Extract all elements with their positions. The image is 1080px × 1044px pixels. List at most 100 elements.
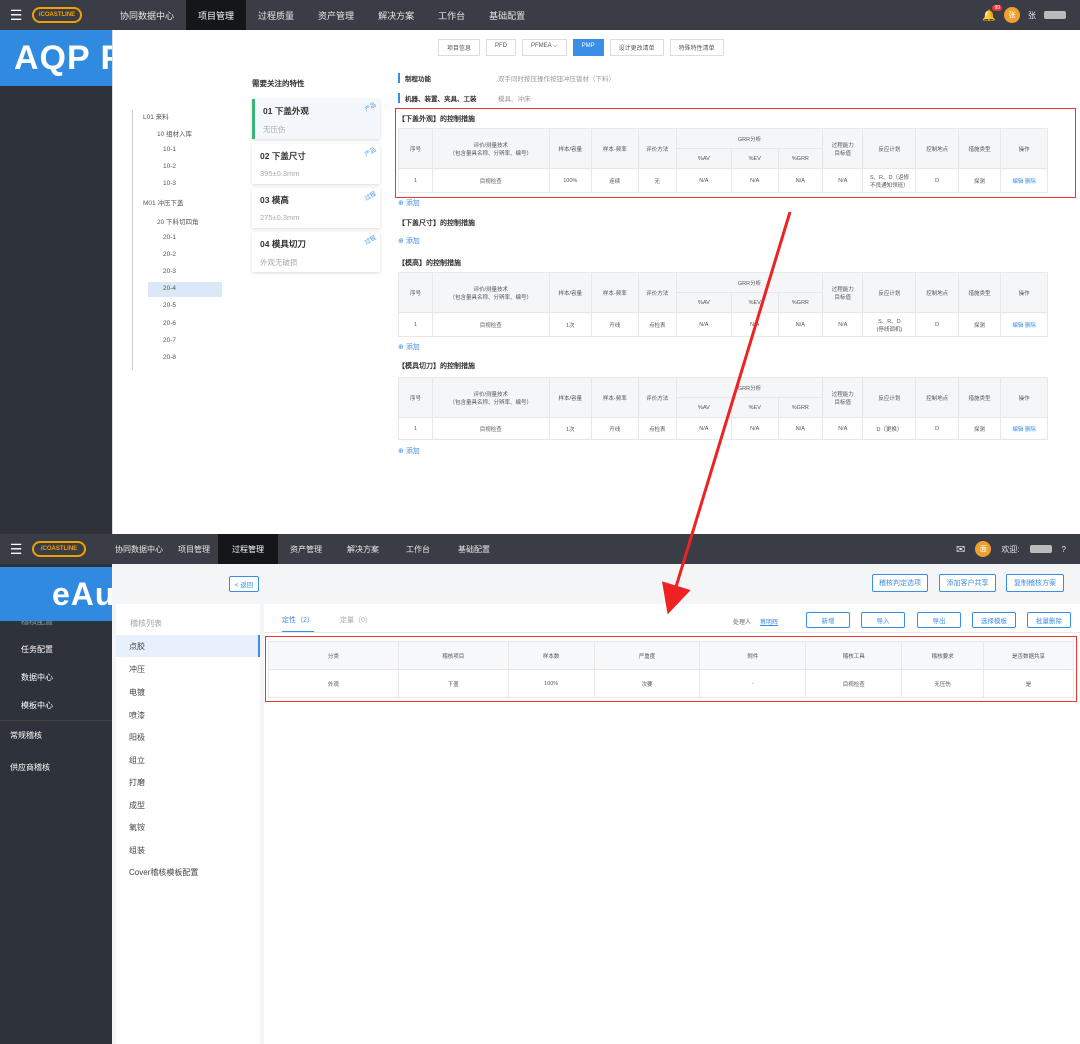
tree-node[interactable]: 20 下料切四角 (157, 216, 199, 226)
handler-name[interactable]: 蔡明辉 (760, 617, 778, 626)
back-button[interactable]: < 返回 (229, 576, 259, 592)
copy-plan-button[interactable]: 复制稽核方案 (1006, 574, 1064, 592)
category-item[interactable]: 点胶 (129, 641, 145, 652)
char-card[interactable]: 01 下盖外观 无压伤 产品 (252, 99, 380, 139)
category-item[interactable]: 阳极 (129, 732, 145, 743)
category-item[interactable]: 电镀 (129, 687, 145, 698)
sidebar-item[interactable]: 模板中心 (21, 700, 53, 711)
avatar[interactable]: 面 (975, 541, 992, 557)
batch-delete-button[interactable]: 批量删除 (1027, 612, 1071, 628)
tree-node[interactable]: 20-2 (163, 251, 176, 258)
nav-item-base-config[interactable]: 基础配置 (477, 0, 537, 30)
menu-icon[interactable]: ☰ (0, 541, 32, 558)
tree-node[interactable]: 10-1 (163, 146, 176, 153)
delete-link[interactable]: 删除 (1025, 427, 1036, 433)
tab-special-chars[interactable]: 特殊特性清单 (669, 39, 724, 56)
nav-item-process-mgmt[interactable]: 过程管理 (218, 534, 278, 564)
select-template-button[interactable]: 选择模板 (972, 612, 1016, 628)
nav-item-assets[interactable]: 资产管理 (306, 0, 366, 30)
delete-link[interactable]: 删除 (1025, 323, 1036, 329)
sidebar-item[interactable]: 任务配置 (21, 644, 53, 655)
cell: S、R、D (停线调机) (862, 312, 917, 337)
char-card[interactable]: 03 模高 275±0.3mm 过程 (252, 188, 380, 228)
char-card[interactable]: 02 下盖尺寸 395±0.3mm 产品 (252, 144, 380, 184)
nav-item-project[interactable]: 项目管理 (186, 0, 247, 30)
tree-node[interactable]: 20-6 (163, 320, 176, 327)
th: %GRR (777, 292, 824, 313)
th: 评价/测量技术 （包含量具名称、分辨率、编号） (431, 377, 550, 418)
cell: - (699, 669, 807, 698)
th: %AV (675, 292, 732, 313)
nav-item-collab[interactable]: 协同数据中心 (108, 534, 170, 564)
nav-item-solutions[interactable]: 解决方案 (334, 534, 392, 564)
edit-link[interactable]: 编辑 (1012, 427, 1023, 433)
help-icon[interactable]: ? (1062, 545, 1066, 554)
th: 评价/测量技术 （包含量具名称、分辨率、编号） (431, 272, 550, 313)
import-button[interactable]: 导入 (861, 612, 905, 628)
tree-node[interactable]: 10 组材入库 (157, 128, 192, 138)
add-link[interactable]: ⊕ 添加 (398, 236, 420, 246)
nav-item-base-config[interactable]: 基础配置 (444, 534, 504, 564)
category-item[interactable]: 组立 (129, 755, 145, 766)
tab-design-change[interactable]: 设计更改清单 (609, 39, 664, 56)
export-button[interactable]: 导出 (917, 612, 961, 628)
nav-item-collab[interactable]: 协同数据中心 (108, 0, 186, 30)
char-sub: 无压伤 (263, 125, 286, 134)
tree-node[interactable]: M01 冲压下盖 (143, 197, 183, 207)
category-item[interactable]: 喷漆 (129, 710, 145, 721)
th: %EV (730, 292, 779, 313)
cell: 100% (548, 168, 592, 193)
th: 序号 (398, 272, 433, 313)
sidebar-item[interactable]: 数据中心 (21, 672, 53, 683)
char-card[interactable]: 04 模具切刀 外观无破损 过程 (252, 232, 380, 272)
brand-logo: iCOASTLINE (32, 7, 82, 23)
category-item[interactable]: 打磨 (129, 777, 145, 788)
tree-node[interactable]: 20-3 (163, 268, 176, 275)
menu-icon[interactable]: ☰ (0, 7, 32, 24)
nav-item-assets[interactable]: 资产管理 (278, 534, 334, 564)
tree-node[interactable]: 20-8 (163, 354, 176, 361)
category-item[interactable]: 组装 (129, 845, 145, 856)
nav-item-workbench[interactable]: 工作台 (392, 534, 444, 564)
add-link[interactable]: ⊕ 添加 (398, 198, 420, 208)
edit-link[interactable]: 编辑 (1012, 179, 1023, 185)
tree-node[interactable]: 10-3 (163, 180, 176, 187)
add-link[interactable]: ⊕ 添加 (398, 446, 420, 456)
tab-pfd[interactable]: PFD (486, 39, 517, 56)
category-item[interactable]: Cover稽核模板配置 (129, 867, 198, 878)
tab-qualitative[interactable]: 定性（2） (282, 615, 314, 633)
bell-icon[interactable]: 🔔 99 (982, 4, 1002, 22)
avatar[interactable]: 张 (1004, 7, 1020, 23)
tab-pfmea[interactable]: PFMEA ⌵ (522, 39, 567, 56)
nav-item-process-quality[interactable]: 过程质量 (246, 0, 306, 30)
add-link[interactable]: ⊕ 添加 (398, 342, 420, 352)
th: 稽核项目 (397, 641, 509, 670)
category-item[interactable]: 成型 (129, 800, 145, 811)
tree-node[interactable]: 20-5 (163, 302, 176, 309)
tab-quantitative[interactable]: 定量（0） (340, 615, 372, 625)
sidebar-item[interactable]: 常规稽核 (10, 730, 42, 741)
nav-item-workbench[interactable]: 工作台 (426, 0, 477, 30)
sidebar-item[interactable]: 供应商稽核 (10, 762, 50, 773)
audit-option-button[interactable]: 稽核判定选项 (872, 574, 928, 592)
tree-node[interactable]: L01 来料 (143, 111, 169, 121)
add-customer-share-button[interactable]: 添加客户共享 (939, 574, 996, 592)
category-item[interactable]: 冲压 (129, 664, 145, 675)
category-item[interactable]: 氧铵 (129, 822, 145, 833)
tree-node-selected[interactable]: 20-4 (163, 285, 176, 292)
tab-pmp[interactable]: PMP (572, 39, 604, 56)
nav-item-solutions[interactable]: 解决方案 (366, 0, 426, 30)
nav-item-project[interactable]: 项目管理 (170, 534, 218, 564)
th: GRR分析 (675, 377, 824, 398)
mail-icon[interactable]: ✉ (956, 543, 965, 556)
cell: 次要 (593, 669, 701, 698)
tree-node[interactable]: 20-1 (163, 234, 176, 241)
tab-project-info[interactable]: 项目信息 (438, 39, 481, 56)
add-button[interactable]: 新增 (806, 612, 850, 628)
tree-node[interactable]: 10-2 (163, 163, 176, 170)
delete-link[interactable]: 删除 (1025, 179, 1036, 185)
char-sub: 275±0.3mm (260, 213, 300, 222)
top-navbar-2: ☰ iCOASTLINE 协同数据中心 项目管理 过程管理 资产管理 解决方案 … (0, 534, 1080, 564)
tree-node[interactable]: 20-7 (163, 337, 176, 344)
edit-link[interactable]: 编辑 (1012, 323, 1023, 329)
